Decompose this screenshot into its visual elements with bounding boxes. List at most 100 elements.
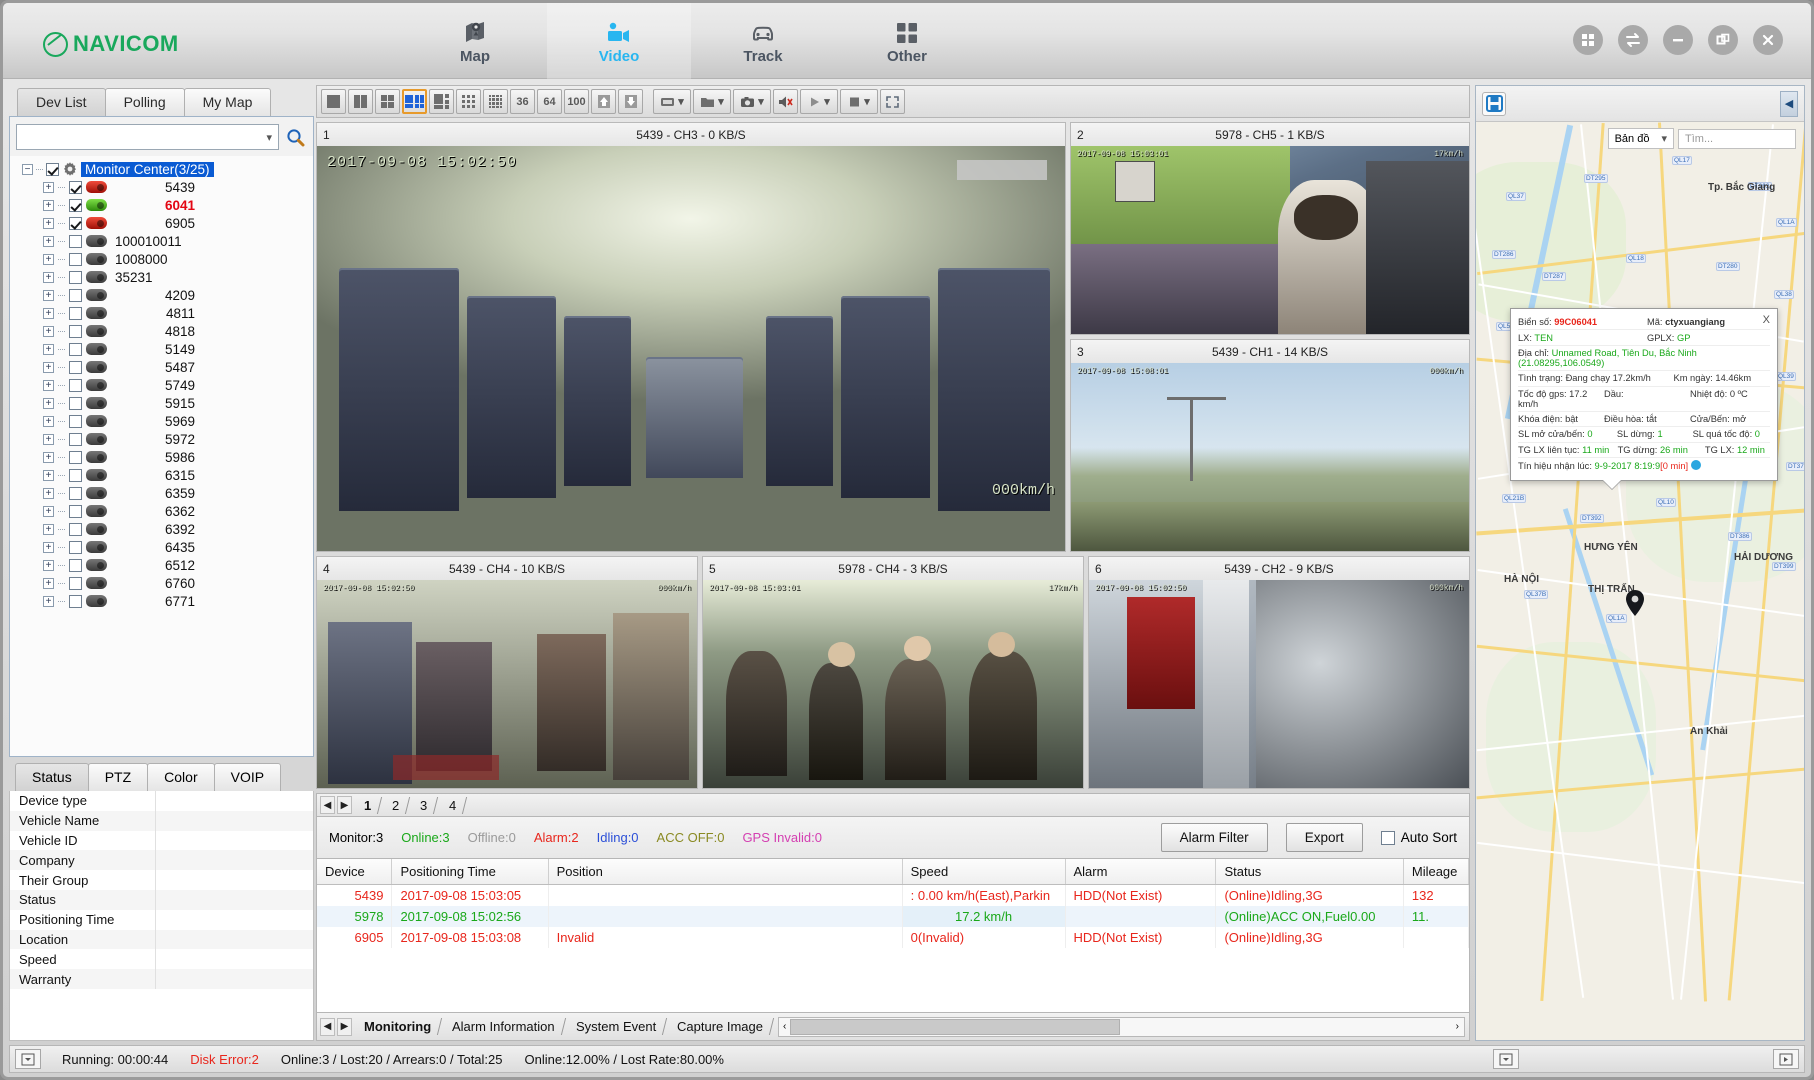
expand-toggle-icon[interactable]: + [43, 182, 54, 193]
scroll-left-arrow[interactable]: ‹ [779, 1021, 790, 1032]
expand-toggle-icon[interactable]: + [43, 326, 54, 337]
scroll-right-arrow[interactable]: › [1451, 1021, 1464, 1032]
device-checkbox[interactable] [69, 379, 82, 392]
tree-device-row[interactable]: +35231 [10, 268, 313, 286]
device-checkbox[interactable] [69, 505, 82, 518]
device-checkbox[interactable] [69, 307, 82, 320]
sixteen-view-button[interactable] [483, 89, 508, 114]
single-view-button[interactable] [321, 89, 346, 114]
close-icon[interactable] [1753, 25, 1783, 55]
nav-item-video[interactable]: Video [547, 3, 691, 79]
device-checkbox[interactable] [69, 541, 82, 554]
expand-toggle-icon[interactable]: + [43, 578, 54, 589]
video-cell-2[interactable]: 2 5978 - CH5 - 1 KB/S [1070, 122, 1470, 335]
tree-device-row[interactable]: +5915 [10, 394, 313, 412]
video-view-1[interactable]: 2017-09-08 15:02:50 000km/h [317, 146, 1065, 551]
expand-toggle-icon[interactable]: + [43, 560, 54, 571]
video-view-5[interactable]: 2017-09-08 15:03:01 17km/h [703, 580, 1083, 788]
tree-device-row[interactable]: +5149 [10, 340, 313, 358]
page-tab-4[interactable]: 4 [437, 797, 467, 814]
device-checkbox[interactable] [69, 217, 82, 230]
expand-button[interactable] [880, 89, 905, 114]
expand-toggle-icon[interactable]: + [43, 434, 54, 445]
collapse-toggle-icon[interactable]: − [22, 164, 33, 175]
device-table-wrapper[interactable]: DevicePositioning TimePositionSpeedAlarm… [316, 859, 1470, 1013]
device-checkbox[interactable] [69, 595, 82, 608]
expand-toggle-icon[interactable]: + [43, 506, 54, 517]
statusbar-right-toggle-icon[interactable] [1773, 1049, 1799, 1069]
table-column-header[interactable]: Status [1216, 859, 1403, 885]
tree-device-row[interactable]: +5749 [10, 376, 313, 394]
device-checkbox[interactable] [69, 397, 82, 410]
expand-toggle-icon[interactable]: + [43, 290, 54, 301]
tree-device-row[interactable]: +5439 [10, 178, 313, 196]
device-checkbox[interactable] [69, 181, 82, 194]
tree-device-row[interactable]: +6041 [10, 196, 313, 214]
expand-toggle-icon[interactable]: + [43, 470, 54, 481]
video-cell-5[interactable]: 5 5978 - CH4 - 3 KB/S [702, 556, 1084, 789]
table-row[interactable]: 59782017-09-08 15:02:5617.2 km/h(Online)… [317, 906, 1469, 927]
horizontal-scrollbar[interactable]: ‹ › [778, 1017, 1465, 1037]
thirtysix-view-button[interactable]: 36 [510, 89, 535, 114]
device-checkbox[interactable] [69, 415, 82, 428]
nav-item-other[interactable]: Other [835, 3, 979, 79]
page-prev-button[interactable]: ◀ [320, 796, 335, 814]
table-column-header[interactable]: Positioning Time [392, 859, 548, 885]
footer-tab-alarm-information[interactable]: Alarm Information [440, 1018, 566, 1035]
table-column-header[interactable]: Device [317, 859, 392, 885]
device-checkbox[interactable] [69, 433, 82, 446]
page-tab-2[interactable]: 2 [380, 797, 410, 814]
page-down-button[interactable] [618, 89, 643, 114]
scroll-thumb[interactable] [790, 1019, 1120, 1035]
statusbar-left-toggle-icon[interactable] [15, 1049, 41, 1069]
expand-toggle-icon[interactable]: + [43, 200, 54, 211]
tab-status[interactable]: Status [15, 763, 89, 791]
expand-toggle-icon[interactable]: + [43, 254, 54, 265]
tab-dev-list[interactable]: Dev List [17, 88, 106, 116]
expand-toggle-icon[interactable]: + [43, 542, 54, 553]
device-checkbox[interactable] [69, 289, 82, 302]
tree-root-monitor-center[interactable]: − Monitor Center(3/25) [10, 160, 313, 178]
expand-toggle-icon[interactable]: + [43, 452, 54, 463]
device-checkbox[interactable] [69, 469, 82, 482]
table-column-header[interactable]: Alarm [1065, 859, 1216, 885]
eight-view-button[interactable] [429, 89, 454, 114]
tree-device-row[interactable]: +6771 [10, 592, 313, 610]
page-tab-1[interactable]: 1 [352, 797, 382, 814]
alarm-filter-button[interactable]: Alarm Filter [1161, 823, 1268, 852]
tree-device-row[interactable]: +6435 [10, 538, 313, 556]
search-icon[interactable] [283, 125, 307, 149]
dual-view-button[interactable] [348, 89, 373, 114]
video-cell-4[interactable]: 4 5439 - CH4 - 10 KB/S 2017-09- [316, 556, 698, 789]
expand-toggle-icon[interactable]: + [43, 236, 54, 247]
tree-device-row[interactable]: +5986 [10, 448, 313, 466]
device-checkbox[interactable] [69, 235, 82, 248]
tree-device-row[interactable]: +6905 [10, 214, 313, 232]
sixtyfour-view-button[interactable]: 64 [537, 89, 562, 114]
device-checkbox[interactable] [69, 559, 82, 572]
export-button[interactable]: Export [1286, 823, 1363, 852]
expand-toggle-icon[interactable]: + [43, 488, 54, 499]
tree-device-row[interactable]: +4209 [10, 286, 313, 304]
apps-icon[interactable] [1573, 25, 1603, 55]
tree-device-row[interactable]: +6362 [10, 502, 313, 520]
audio-mute-button[interactable] [773, 89, 798, 114]
map-search-input[interactable]: Tìm... [1678, 129, 1796, 149]
table-column-header[interactable]: Speed [902, 859, 1065, 885]
map-type-selector[interactable]: Bản đồ ▾ [1608, 128, 1674, 149]
expand-toggle-icon[interactable]: + [43, 344, 54, 355]
device-checkbox[interactable] [69, 271, 82, 284]
nav-item-track[interactable]: Track [691, 3, 835, 79]
table-column-header[interactable]: Position [548, 859, 902, 885]
device-checkbox[interactable] [69, 577, 82, 590]
page-up-button[interactable] [591, 89, 616, 114]
fullscreen-toggle-button[interactable]: ▾ [653, 89, 691, 114]
switch-user-icon[interactable] [1618, 25, 1648, 55]
device-checkbox[interactable] [69, 253, 82, 266]
device-search-combo[interactable]: ▾ [16, 124, 279, 150]
expand-toggle-icon[interactable]: + [43, 596, 54, 607]
expand-toggle-icon[interactable]: + [43, 380, 54, 391]
video-cell-6[interactable]: 6 5439 - CH2 - 9 KB/S 2017-09-08 15:02:5… [1088, 556, 1470, 789]
tree-device-row[interactable]: +6359 [10, 484, 313, 502]
expand-toggle-icon[interactable]: + [43, 218, 54, 229]
